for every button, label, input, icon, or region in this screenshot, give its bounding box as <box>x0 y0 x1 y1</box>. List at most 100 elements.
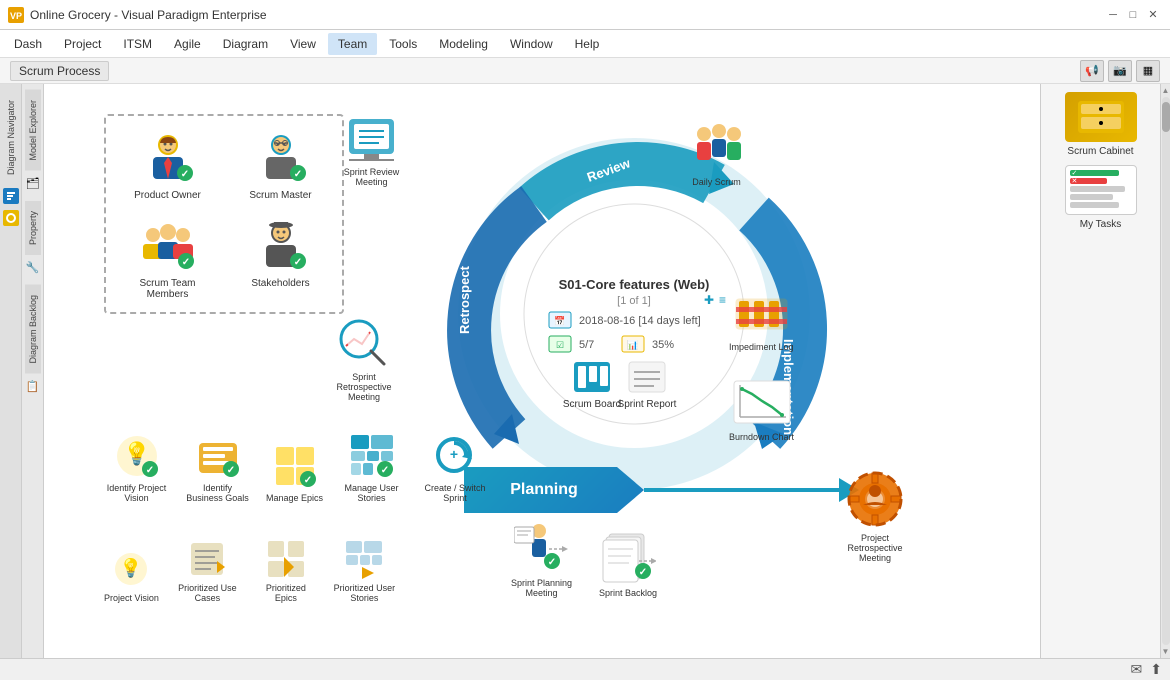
svg-text:✓: ✓ <box>380 465 388 476</box>
right-scrollbar[interactable]: ▲ ▼ <box>1160 84 1170 658</box>
project-vision[interactable]: 💡 Project Vision <box>104 549 159 603</box>
svg-text:Sprint Report: Sprint Report <box>618 399 677 410</box>
prioritized-user-stories[interactable]: Prioritized User Stories <box>332 539 397 603</box>
right-sidebar: Scrum Cabinet ✓ ✕ My Tasks <box>1040 84 1160 658</box>
scrum-cabinet-item[interactable]: Scrum Cabinet <box>1065 92 1137 157</box>
burndown-chart-label: Burndown Chart <box>729 432 794 442</box>
prioritized-user-stories-label: Prioritized User Stories <box>332 583 397 603</box>
menu-agile[interactable]: Agile <box>164 33 211 55</box>
menu-window[interactable]: Window <box>500 33 563 55</box>
svg-text:+: + <box>450 446 458 462</box>
impediment-log-label: Impediment Log <box>729 342 794 352</box>
close-button[interactable]: ✕ <box>1144 6 1162 24</box>
svg-text:✓: ✓ <box>638 567 646 578</box>
svg-text:[1 of 1]: [1 of 1] <box>617 295 651 307</box>
nav-icon-2[interactable] <box>3 210 19 226</box>
my-tasks-label: My Tasks <box>1080 219 1122 230</box>
sprint-backlog[interactable]: ✓ Sprint Backlog <box>599 529 657 598</box>
manage-epics[interactable]: ✓ Manage Epics <box>266 443 323 503</box>
backlog-icon[interactable]: 📋 <box>25 378 41 394</box>
svg-text:✓: ✓ <box>293 257 301 268</box>
planning-arrow[interactable]: Planning <box>464 467 644 513</box>
burndown-chart[interactable]: Burndown Chart <box>729 379 794 442</box>
scrum-master-item[interactable]: ✓ Scrum Master <box>229 126 332 204</box>
sprint-review-label: Sprint Review Meeting <box>334 167 409 187</box>
menu-modeling[interactable]: Modeling <box>429 33 498 55</box>
svg-text:💡: 💡 <box>120 557 142 578</box>
backlog-bottom-row: 💡 Project Vision Prioritize <box>104 539 397 603</box>
layout-icon-btn[interactable]: ▦ <box>1136 60 1160 82</box>
product-owner-icon: ✓ <box>138 126 198 186</box>
diagram-backlog-tab[interactable]: Diagram Backlog <box>25 285 41 374</box>
menu-help[interactable]: Help <box>565 33 610 55</box>
prioritized-use-cases-label: Prioritized Use Cases <box>175 583 240 603</box>
impediment-log[interactable]: Impediment Log <box>729 289 794 352</box>
create-switch-sprint-label: Create / Switch Sprint <box>420 483 490 503</box>
maximize-button[interactable]: □ <box>1124 6 1142 24</box>
create-switch-sprint[interactable]: + Create / Switch Sprint <box>420 433 490 503</box>
sprint-review-meeting[interactable]: Sprint Review Meeting <box>334 114 409 187</box>
scroll-thumb-v[interactable] <box>1162 102 1170 132</box>
manage-user-stories[interactable]: ✓ Manage User Stories <box>339 433 404 503</box>
camera-icon-btn[interactable]: 📷 <box>1108 60 1132 82</box>
product-owner-item[interactable]: ✓ Product Owner <box>116 126 219 204</box>
svg-text:Scrum Board: Scrum Board <box>563 399 621 410</box>
property-icon[interactable]: 🔧 <box>25 260 41 276</box>
svg-text:✓: ✓ <box>548 557 556 568</box>
scrum-master-label: Scrum Master <box>249 190 311 201</box>
scrum-cabinet-label: Scrum Cabinet <box>1067 146 1133 157</box>
breadcrumb-icons: 📢 📷 ▦ <box>1080 60 1160 82</box>
svg-text:35%: 35% <box>652 339 674 351</box>
breadcrumb-bar: Scrum Process 📢 📷 ▦ <box>0 58 1170 84</box>
daily-scrum-label: Daily Scrum <box>692 177 741 187</box>
menu-itsm[interactable]: ITSM <box>113 33 162 55</box>
prioritized-use-cases[interactable]: Prioritized Use Cases <box>175 539 240 603</box>
stakeholders-icon: ✓ <box>251 214 311 274</box>
identify-project-vision[interactable]: 💡 ✓ Identify Project Vision <box>104 433 169 503</box>
property-tab[interactable]: Property <box>25 201 41 255</box>
menu-dash[interactable]: Dash <box>4 33 52 55</box>
menu-view[interactable]: View <box>280 33 326 55</box>
svg-text:✓: ✓ <box>226 465 234 476</box>
upload-icon[interactable]: ⬆ <box>1150 661 1162 678</box>
menu-tools[interactable]: Tools <box>379 33 427 55</box>
prioritized-epics[interactable]: Prioritized Epics <box>256 539 316 603</box>
identify-business-goals[interactable]: ✓ Identify Business Goals <box>185 433 250 503</box>
model-explorer-tab[interactable]: Model Explorer <box>25 90 41 171</box>
project-vision-label: Project Vision <box>104 593 159 603</box>
sprint-planning-meeting[interactable]: ✓ Sprint Planning Meeting <box>504 519 579 598</box>
scroll-down-arrow[interactable]: ▼ <box>1162 647 1170 656</box>
scrum-team-item[interactable]: ✓ Scrum Team Members <box>116 214 219 303</box>
svg-text:✓: ✓ <box>293 169 301 180</box>
breadcrumb: Scrum Process <box>10 61 109 81</box>
daily-scrum[interactable]: Daily Scrum <box>689 119 744 187</box>
planning-arrow-line <box>644 488 844 492</box>
svg-text:2018-08-16 [14 days left]: 2018-08-16 [14 days left] <box>579 315 701 327</box>
sprint-retrospective[interactable]: Sprint Retrospective Meeting <box>324 314 404 402</box>
mail-icon[interactable]: ✉ <box>1131 661 1143 678</box>
stakeholders-label: Stakeholders <box>251 278 309 289</box>
scroll-up-arrow[interactable]: ▲ <box>1162 86 1170 95</box>
sprint-retrospective-label: Sprint Retrospective Meeting <box>324 372 404 402</box>
my-tasks-icon: ✓ ✕ <box>1065 165 1137 215</box>
identify-business-goals-label: Identify Business Goals <box>185 483 250 503</box>
menu-team[interactable]: Team <box>328 33 377 55</box>
svg-text:📅: 📅 <box>554 315 565 326</box>
broadcast-icon-btn[interactable]: 📢 <box>1080 60 1104 82</box>
manage-user-stories-label: Manage User Stories <box>339 483 404 503</box>
project-retrospective[interactable]: Project Retrospective Meeting <box>835 469 915 563</box>
project-retrospective-label: Project Retrospective Meeting <box>835 533 915 563</box>
menu-diagram[interactable]: Diagram <box>213 33 278 55</box>
minimize-button[interactable]: ─ <box>1104 6 1122 24</box>
stakeholders-item[interactable]: ✓ Stakeholders <box>229 214 332 303</box>
diagram-navigator-tab[interactable]: Diagram Navigator <box>3 90 19 185</box>
title-bar-controls: ─ □ ✕ <box>1104 6 1162 24</box>
content-area: ✓ Product Owner <box>44 84 1040 658</box>
sprint-planning-meeting-label: Sprint Planning Meeting <box>504 578 579 598</box>
model-icon[interactable]: 🗂 <box>25 176 41 192</box>
my-tasks-item[interactable]: ✓ ✕ My Tasks <box>1065 165 1137 230</box>
svg-text:S01-Core features (Web): S01-Core features (Web) <box>559 277 710 292</box>
nav-icon-1[interactable] <box>3 188 19 204</box>
svg-text:Retrospect: Retrospect <box>457 265 472 334</box>
menu-project[interactable]: Project <box>54 33 111 55</box>
